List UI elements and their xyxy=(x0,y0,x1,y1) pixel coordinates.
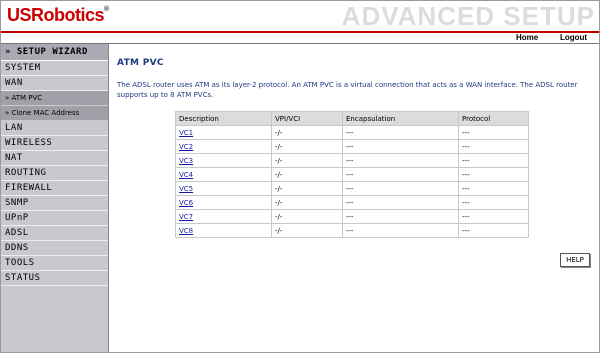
encapsulation-cell: --- xyxy=(343,168,458,181)
vpi-vci-cell: -/- xyxy=(272,182,342,195)
sidebar-item-firewall[interactable]: FIREWALL xyxy=(1,181,108,196)
encapsulation-cell: --- xyxy=(343,182,458,195)
protocol-cell: --- xyxy=(459,126,528,139)
sidebar-item-nat[interactable]: NAT xyxy=(1,151,108,166)
vpi-vci-cell: -/- xyxy=(272,126,342,139)
sidebar-item-system[interactable]: SYSTEM xyxy=(1,61,108,76)
atm-pvc-table: Description VPI/VCI Encapsulation Protoc… xyxy=(175,111,529,238)
encapsulation-cell: --- xyxy=(343,210,458,223)
vpi-vci-cell: -/- xyxy=(272,224,342,237)
brand-logo: USRobotics® xyxy=(7,5,109,26)
encapsulation-cell: --- xyxy=(343,126,458,139)
registered-mark: ® xyxy=(104,6,109,13)
protocol-cell: --- xyxy=(459,224,528,237)
sidebar-item-snmp[interactable]: SNMP xyxy=(1,196,108,211)
protocol-cell: --- xyxy=(459,210,528,223)
sidebar-item-status[interactable]: STATUS xyxy=(1,271,108,286)
vpi-vci-cell: -/- xyxy=(272,196,342,209)
table-row: VC2 -/- --- --- xyxy=(176,140,528,153)
main-content: ATM PVC The ADSL router uses ATM as its … xyxy=(109,44,599,352)
sidebar-item-ddns[interactable]: DDNS xyxy=(1,241,108,256)
sidebar-item-upnp[interactable]: UPnP xyxy=(1,211,108,226)
table-row: VC7 -/- --- --- xyxy=(176,210,528,223)
vc6-link[interactable]: VC6 xyxy=(179,199,193,207)
sidebar-item-wan[interactable]: WAN xyxy=(1,76,108,91)
sidebar-item-atm-pvc[interactable]: » ATM PVC xyxy=(1,91,108,106)
encapsulation-cell: --- xyxy=(343,140,458,153)
vpi-vci-cell: -/- xyxy=(272,168,342,181)
vpi-vci-cell: -/- xyxy=(272,154,342,167)
column-header-encapsulation: Encapsulation xyxy=(343,112,458,125)
vc4-link[interactable]: VC4 xyxy=(179,171,193,179)
encapsulation-cell: --- xyxy=(343,224,458,237)
table-row: VC3 -/- --- --- xyxy=(176,154,528,167)
column-header-vpi-vci: VPI/VCI xyxy=(272,112,342,125)
home-link[interactable]: Home xyxy=(516,33,538,42)
sidebar-item-clone-mac[interactable]: » Clone MAC Address xyxy=(1,106,108,121)
vc7-link[interactable]: VC7 xyxy=(179,213,193,221)
table-header-row: Description VPI/VCI Encapsulation Protoc… xyxy=(176,112,528,125)
sidebar-item-adsl[interactable]: ADSL xyxy=(1,226,108,241)
vc3-link[interactable]: VC3 xyxy=(179,157,193,165)
table-row: VC1 -/- --- --- xyxy=(176,126,528,139)
table-row: VC5 -/- --- --- xyxy=(176,182,528,195)
page-title: ATM PVC xyxy=(117,58,164,68)
logout-link[interactable]: Logout xyxy=(560,33,587,42)
vc1-link[interactable]: VC1 xyxy=(179,129,193,137)
section-title: ADVANCED SETUP xyxy=(341,1,595,31)
encapsulation-cell: --- xyxy=(343,196,458,209)
protocol-cell: --- xyxy=(459,196,528,209)
brand-name: USRobotics xyxy=(7,5,105,25)
vc2-link[interactable]: VC2 xyxy=(179,143,193,151)
sidebar-item-wireless[interactable]: WIRELESS xyxy=(1,136,108,151)
encapsulation-cell: --- xyxy=(343,154,458,167)
router-admin-window: USRobotics® ADVANCED SETUP Home Logout »… xyxy=(0,0,600,353)
protocol-cell: --- xyxy=(459,182,528,195)
help-button[interactable]: HELP xyxy=(560,253,590,267)
column-header-description: Description xyxy=(176,112,271,125)
vpi-vci-cell: -/- xyxy=(272,140,342,153)
sidebar: » SETUP WIZARD SYSTEM WAN » ATM PVC » Cl… xyxy=(1,44,109,352)
vpi-vci-cell: -/- xyxy=(272,210,342,223)
header: USRobotics® ADVANCED SETUP xyxy=(1,1,599,32)
protocol-cell: --- xyxy=(459,140,528,153)
sidebar-item-setup-wizard[interactable]: » SETUP WIZARD xyxy=(1,44,108,61)
vc8-link[interactable]: VC8 xyxy=(179,227,193,235)
top-nav: Home Logout xyxy=(1,33,599,43)
sidebar-item-lan[interactable]: LAN xyxy=(1,121,108,136)
protocol-cell: --- xyxy=(459,168,528,181)
table-row: VC4 -/- --- --- xyxy=(176,168,528,181)
vc5-link[interactable]: VC5 xyxy=(179,185,193,193)
table-row: VC8 -/- --- --- xyxy=(176,224,528,237)
protocol-cell: --- xyxy=(459,154,528,167)
column-header-protocol: Protocol xyxy=(459,112,528,125)
sidebar-item-routing[interactable]: ROUTING xyxy=(1,166,108,181)
table-row: VC6 -/- --- --- xyxy=(176,196,528,209)
page-description: The ADSL router uses ATM as its layer-2 … xyxy=(117,81,578,99)
sidebar-item-tools[interactable]: TOOLS xyxy=(1,256,108,271)
